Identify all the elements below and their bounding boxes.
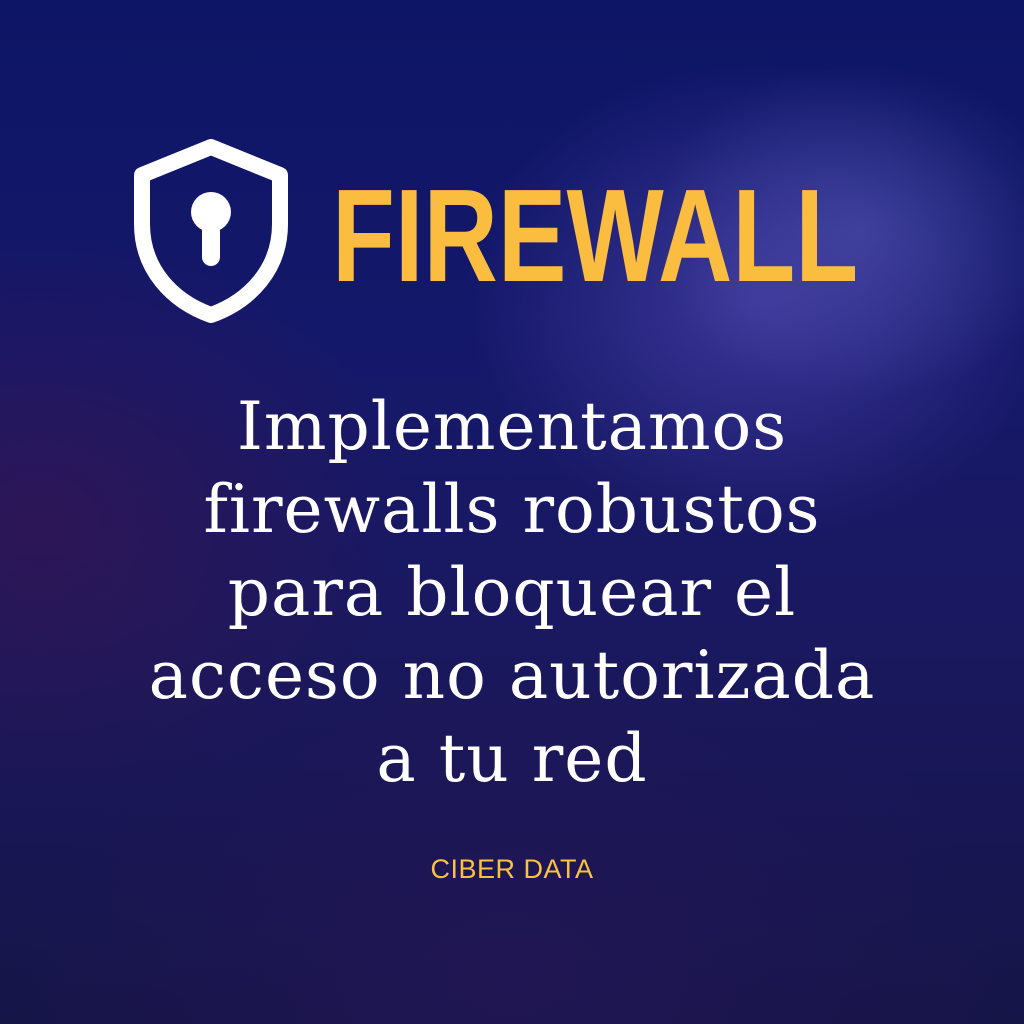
headline-line: a tu red (376, 720, 648, 797)
company-name: CIBER DATA (430, 854, 594, 884)
headline: Implementamos firewalls robustos para bl… (62, 385, 962, 800)
headline-line: para bloquear el (227, 554, 797, 631)
brand-title: FIREWALL (332, 162, 859, 309)
brand-title-container: FIREWALL (332, 162, 1007, 309)
shield-keyhole-icon (134, 139, 288, 323)
headline-line: acceso no autorizada (148, 637, 876, 714)
headline-line: firewalls robustos (203, 471, 821, 548)
firewall-promo-poster: FIREWALL Implementamos firewalls robusto… (0, 0, 1024, 1024)
headline-line: Implementamos (236, 388, 788, 465)
